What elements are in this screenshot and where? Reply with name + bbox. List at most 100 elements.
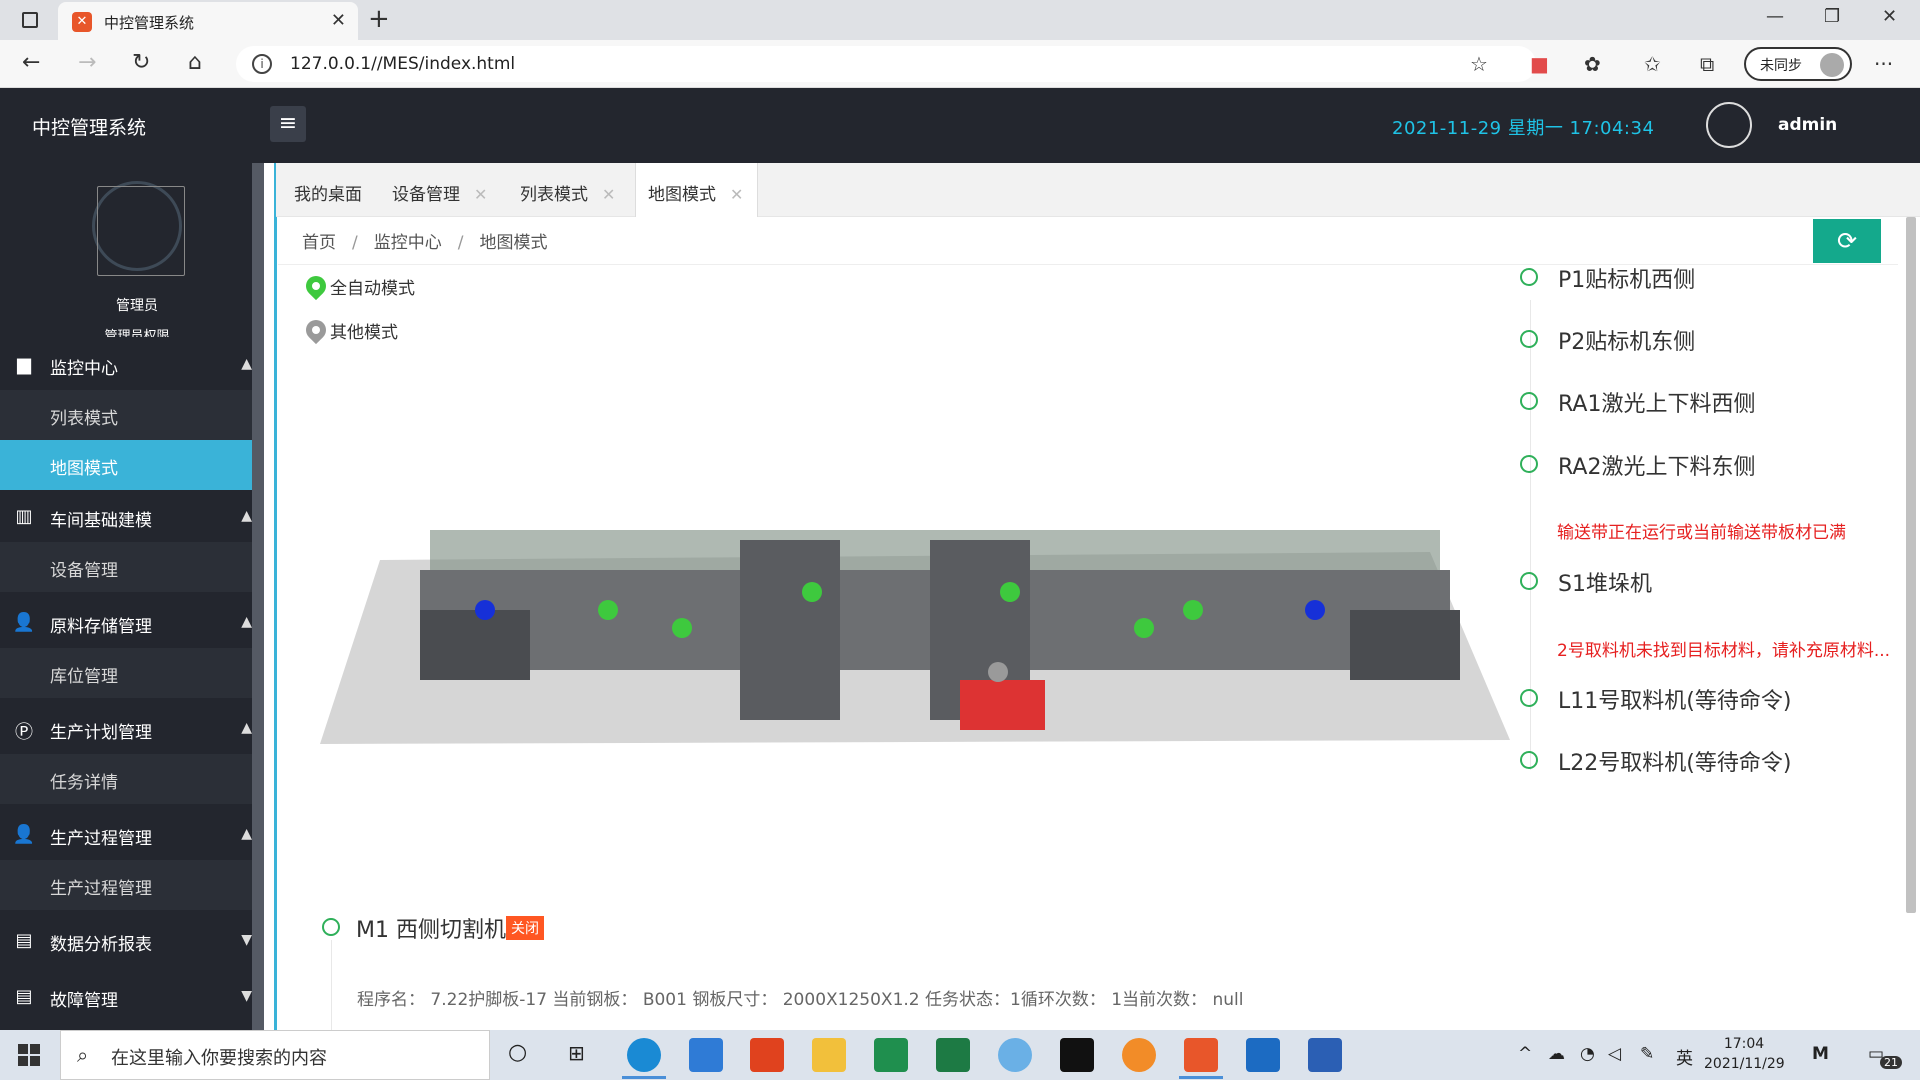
extension-icon[interactable]: ■ — [1530, 52, 1549, 76]
cloud-icon[interactable]: ☁ — [1548, 1044, 1565, 1064]
ime-indicator[interactable]: 英 — [1676, 1044, 1693, 1069]
status-label: S1堆垛机 — [1558, 572, 1652, 597]
chevron-up-icon[interactable]: ^ — [1518, 1044, 1532, 1064]
sidebar-item-process[interactable]: 生产过程管理 — [0, 860, 264, 910]
maximize-icon[interactable]: ❐ — [1824, 6, 1840, 27]
taskbar-search[interactable]: ⌕ 在这里输入你要搜索的内容 — [60, 1030, 490, 1080]
green-pin-icon[interactable] — [1134, 618, 1154, 638]
new-tab-icon[interactable]: + — [368, 4, 390, 34]
file-explorer-icon[interactable] — [812, 1038, 846, 1072]
content-scrollbar[interactable] — [1906, 217, 1916, 913]
sidebar-item-label: 列表模式 — [50, 409, 118, 429]
username[interactable]: admin — [1778, 115, 1837, 135]
app-logo-icon[interactable] — [1184, 1038, 1218, 1072]
sidebar-group-plan[interactable]: Ⓟ 生产计划管理 ▲ — [0, 704, 264, 754]
green-pin-icon[interactable] — [802, 582, 822, 602]
breadcrumb-home[interactable]: 首页 — [302, 233, 336, 253]
sidebar-group-workshop[interactable]: ▥ 车间基础建模 ▲ — [0, 492, 264, 542]
status-dot — [1520, 268, 1538, 286]
browser-tab[interactable]: ✕ 中控管理系统 ✕ — [58, 2, 358, 40]
close-icon[interactable]: ✕ — [602, 185, 615, 204]
word-icon[interactable] — [1308, 1038, 1342, 1072]
sidebar-group-monitor[interactable]: ▆ 监控中心 ▲ — [0, 340, 264, 390]
notification-count: 21 — [1880, 1056, 1902, 1069]
pen-icon[interactable]: ✎ — [1640, 1044, 1654, 1064]
sidebar-item-list-mode[interactable]: 列表模式 — [0, 390, 264, 440]
pycharm-icon[interactable] — [1060, 1038, 1094, 1072]
home-icon[interactable]: ⌂ — [188, 50, 202, 75]
tab-equipment[interactable]: 设备管理 ✕ — [392, 163, 487, 217]
sidebar-group-material[interactable]: 👤 原料存储管理 ▲ — [0, 598, 264, 648]
tab-map-mode[interactable]: 地图模式 ✕ — [635, 163, 759, 217]
app-logo-icon: ✕ — [72, 12, 92, 32]
sidebar-item-equipment[interactable]: 设备管理 — [0, 542, 264, 592]
sync-label: 未同步 — [1760, 58, 1802, 74]
excel-icon[interactable] — [936, 1038, 970, 1072]
forward-icon[interactable]: → — [78, 50, 96, 75]
profile-avatar — [1820, 53, 1844, 77]
taskbar: ⌕ 在这里输入你要搜索的内容 ○ ⊞ ^ ☁ ◔ ◁ ✎ 英 17:04 202… — [0, 1030, 1920, 1080]
legend-other: 其他模式 — [301, 315, 398, 345]
excel-icon[interactable] — [874, 1038, 908, 1072]
tab-list-mode[interactable]: 列表模式 ✕ — [520, 163, 615, 217]
material-pallet — [960, 680, 1045, 730]
add-favorite-icon[interactable]: ☆ — [1470, 52, 1488, 76]
minimize-icon[interactable]: — — [1766, 6, 1784, 27]
mail-icon[interactable] — [689, 1038, 723, 1072]
tab-desktop[interactable]: 我的桌面 — [294, 163, 362, 217]
more-icon[interactable]: ··· — [1874, 52, 1893, 76]
blue-pin-icon[interactable] — [1305, 600, 1325, 620]
menu-toggle-icon[interactable]: ≡ — [270, 106, 306, 142]
reload-icon[interactable]: ↻ — [132, 50, 150, 75]
windows-start-icon[interactable] — [18, 1044, 40, 1066]
close-tab-icon[interactable]: ✕ — [331, 10, 346, 31]
address-bar[interactable]: i 127.0.0.1//MES/index.html — [236, 46, 1536, 82]
close-icon[interactable]: ✕ — [474, 185, 487, 204]
wifi-icon[interactable]: ◔ — [1580, 1044, 1595, 1064]
site-info-icon[interactable]: i — [252, 54, 272, 74]
breadcrumb: 首页 / 监控中心 / 地图模式 — [302, 233, 548, 253]
green-pin-icon[interactable] — [1000, 582, 1020, 602]
volume-icon[interactable]: ◁ — [1608, 1044, 1621, 1064]
browser-tabstrip: ✕ 中控管理系统 ✕ + — ❐ ✕ — [0, 0, 1920, 40]
url-text: 127.0.0.1//MES/index.html — [290, 54, 516, 74]
app-icon[interactable] — [998, 1038, 1032, 1072]
task-view-icon[interactable]: ⊞ — [568, 1041, 585, 1065]
tab-actions-icon[interactable] — [22, 12, 38, 28]
sidebar-group-fault[interactable]: ▤ 故障管理 ▼ — [0, 972, 264, 1022]
sidebar-group-process[interactable]: 👤 生产过程管理 ▲ — [0, 810, 264, 860]
sidebar-item-map-mode[interactable]: 地图模式 — [0, 440, 264, 490]
window-close-icon[interactable]: ✕ — [1882, 6, 1897, 27]
sidebar-scrollbar[interactable] — [252, 163, 264, 1030]
collections-icon[interactable]: ⧉ — [1700, 52, 1714, 76]
status-label: P2贴标机东侧 — [1558, 330, 1696, 355]
sidebar-group-report[interactable]: ▤ 数据分析报表 ▼ — [0, 916, 264, 966]
green-pin-icon[interactable] — [672, 618, 692, 638]
favorites-icon[interactable]: ✩ — [1644, 52, 1661, 76]
extensions-icon[interactable]: ✿ — [1584, 52, 1601, 76]
sidebar-item-location[interactable]: 库位管理 — [0, 648, 264, 698]
user-avatar[interactable] — [1706, 102, 1752, 148]
photos-icon[interactable] — [1246, 1038, 1280, 1072]
sidebar-item-task-detail[interactable]: 任务详情 — [0, 754, 264, 804]
blue-pin-icon[interactable] — [475, 600, 495, 620]
gray-pin-icon[interactable] — [988, 662, 1008, 682]
profile-sync-button[interactable]: 未同步 — [1744, 47, 1852, 81]
taskbar-clock[interactable]: 17:04 2021/11/29 — [1704, 1034, 1785, 1074]
cortana-icon[interactable]: ○ — [508, 1040, 527, 1065]
browser-app-icon[interactable] — [1122, 1038, 1156, 1072]
status-label: L22号取料机(等待命令) — [1558, 751, 1792, 776]
green-pin-icon[interactable] — [1183, 600, 1203, 620]
report-icon: ▤ — [15, 930, 33, 951]
edge-icon[interactable] — [627, 1038, 661, 1072]
green-pin-icon[interactable] — [598, 600, 618, 620]
gray-pin-icon — [301, 315, 331, 345]
office-icon[interactable] — [750, 1038, 784, 1072]
breadcrumb-monitor[interactable]: 监控中心 — [374, 233, 442, 253]
sidebar-group-label: 生产计划管理 — [50, 723, 152, 743]
app-tray-icon[interactable]: M — [1812, 1044, 1829, 1064]
refresh-button[interactable]: ⟳ — [1813, 219, 1881, 263]
back-icon[interactable]: ← — [22, 50, 40, 75]
search-icon: ⌕ — [77, 1043, 89, 1067]
close-icon[interactable]: ✕ — [730, 185, 743, 204]
